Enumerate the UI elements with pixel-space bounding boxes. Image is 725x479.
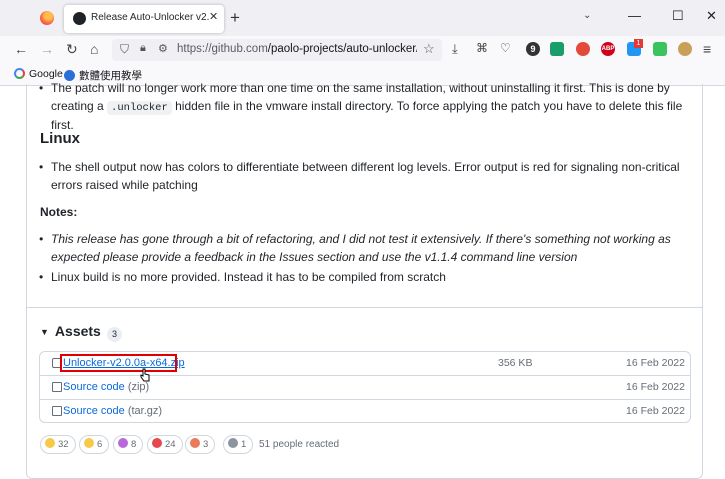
active-tab[interactable]: Release Auto-Unlocker v2.0.0a ✕ [64,5,224,33]
address-bar[interactable]: ⛉ 🔒︎ ⚙ https://github.com/paolo-projects… [112,39,442,61]
rocket-icon [190,438,200,448]
assets-list: Unlocker-v2.0.0a-x64.zip 356 KB 16 Feb 2… [39,351,691,423]
permissions-icon[interactable]: ⚙ [158,42,168,55]
bookmark-star-icon[interactable]: ☆ [423,41,435,57]
asset-date: 16 Feb 2022 [626,357,685,369]
assets-toggle[interactable]: ▼ Assets [40,323,101,339]
reaction-hooray[interactable]: 8 [113,435,144,454]
new-tab-button[interactable]: + [230,8,240,28]
extension-red-icon[interactable] [576,42,590,56]
thumbs-up-icon [45,438,55,448]
laugh-icon [84,438,94,448]
reaction-heart[interactable]: 24 [147,435,183,454]
downloads-icon[interactable]: ⤓ [452,41,458,57]
linux-heading: Linux [40,130,80,147]
assets-count-badge: 3 [107,327,122,342]
highlight-box [60,354,177,372]
triangle-down-icon: ▼ [40,327,49,337]
asset-size: 356 KB [498,357,533,369]
page-content: The patch will no longer work more than … [0,80,725,479]
reaction-rocket[interactable]: 3 [185,435,216,454]
asset-date: 16 Feb 2022 [626,381,685,393]
reaction-laugh[interactable]: 6 [79,435,110,454]
pocket-icon[interactable]: ♡ [500,41,511,55]
source-zip-link[interactable]: Source code (zip) [63,381,149,393]
close-window-button[interactable]: ✕ [706,8,717,24]
hooray-icon [118,438,128,448]
shield-icon[interactable]: ⛉ [120,42,129,57]
lock-icon[interactable]: 🔒︎ [140,42,146,55]
tab-title: Release Auto-Unlocker v2.0.0a [91,12,209,23]
reaction-eyes[interactable]: 1 [223,435,254,454]
tab-strip: Release Auto-Unlocker v2.0.0a ✕ + ⌄ — ☐ … [0,0,725,36]
notes-bullet-linux: Linux build is no more provided. Instead… [39,269,691,287]
asset-row: Unlocker-v2.0.0a-x64.zip 356 KB 16 Feb 2… [40,352,690,376]
asset-date: 16 Feb 2022 [626,405,685,417]
github-favicon-icon [73,12,86,25]
library-icon[interactable]: ⌘ [476,41,488,55]
heart-icon [152,438,162,448]
hand-cursor-icon [140,368,150,382]
maximize-button[interactable]: ☐ [672,8,684,24]
patch-bullet: The patch will no longer work more than … [39,80,691,135]
extension-badge-count: 1 [634,39,643,48]
forward-arrow-icon[interactable]: → [40,41,54,57]
notes-heading: Notes: [40,205,78,219]
minimize-button[interactable]: — [628,8,641,23]
extension-animal-icon[interactable] [678,42,692,56]
url-text: https://github.com/paolo-projects/auto-u… [177,43,417,55]
eyes-icon [228,438,238,448]
menu-icon[interactable]: ≡ [703,41,711,57]
extension-9-icon[interactable]: 9 [526,42,540,56]
release-card: The patch will no longer work more than … [26,80,703,479]
file-zip-icon [52,382,62,392]
bookmark-google[interactable]: Google [14,68,63,80]
asset-row: Source code (zip) 16 Feb 2022 [40,375,690,399]
reload-icon[interactable]: ↻ [66,41,78,58]
notes-bullet-refactor: This release has gone through a bit of r… [39,231,691,266]
tab-close-icon[interactable]: ✕ [209,10,218,23]
asset-row: Source code (tar.gz) 16 Feb 2022 [40,399,690,423]
extension-stripes-icon[interactable] [653,42,667,56]
back-arrow-icon[interactable]: ← [14,41,28,57]
linux-bullet: The shell output now has colors to diffe… [39,159,691,194]
divider [27,307,702,308]
reaction-summary: 51 people reacted [259,439,340,450]
tab-list-chevron-icon[interactable]: ⌄ [583,10,591,21]
source-tar-link[interactable]: Source code (tar.gz) [63,405,162,417]
home-icon[interactable]: ⌂ [90,41,98,57]
extension-green-icon[interactable] [550,42,564,56]
reaction-thumbs-up[interactable]: 32 [40,435,76,454]
adblock-icon[interactable]: ABP [601,42,615,56]
google-icon [14,68,25,79]
navigation-toolbar: ← → ↻ ⌂ ⛉ 🔒︎ ⚙ https://github.com/paolo-… [0,36,725,64]
firefox-icon[interactable] [40,11,54,25]
file-tar-icon [52,406,62,416]
